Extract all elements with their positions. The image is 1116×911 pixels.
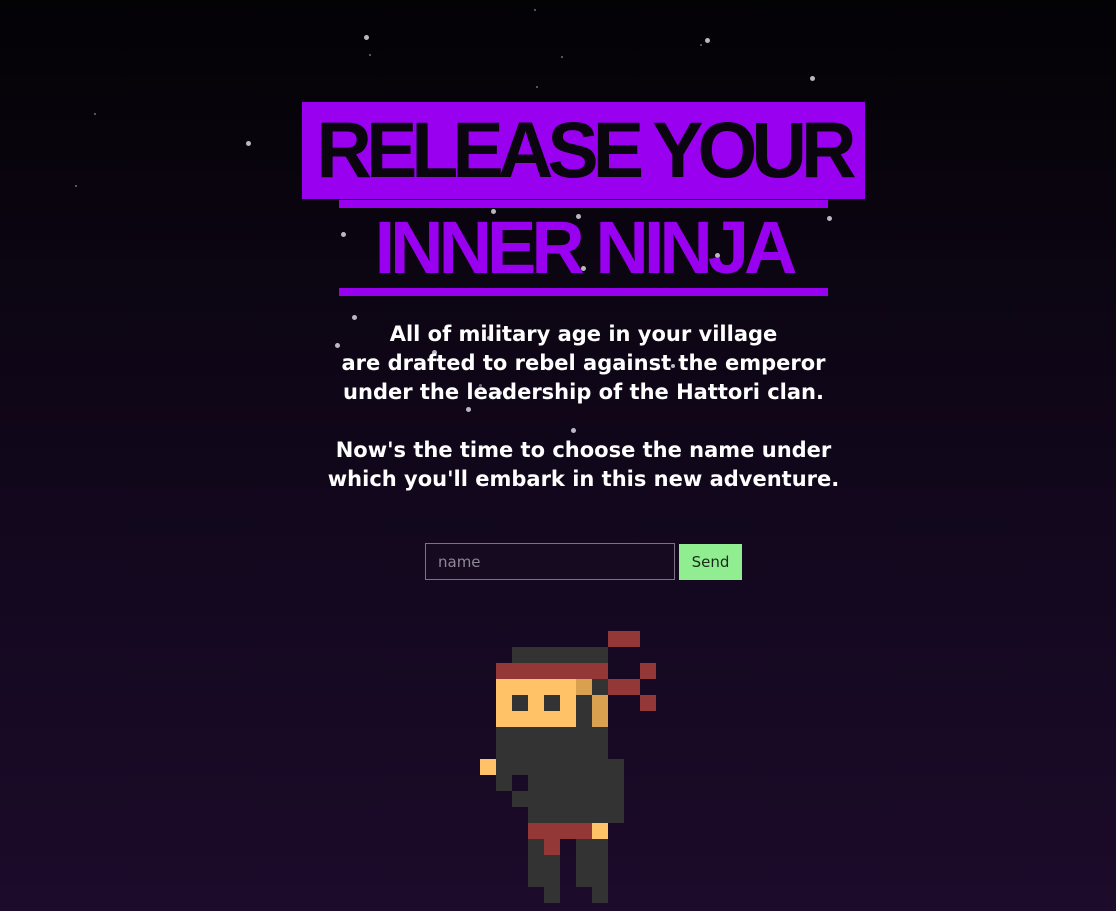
pixel-ninja-icon	[480, 631, 656, 903]
star	[363, 34, 369, 40]
star	[75, 185, 77, 187]
star	[351, 314, 357, 320]
intro-line: under the leadership of the Hattori clan…	[343, 380, 824, 404]
star	[94, 113, 96, 115]
star	[465, 406, 471, 412]
intro-line: which you'll embark in this new adventur…	[327, 467, 840, 491]
intro-line: Now's the time to choose the name under	[335, 438, 832, 462]
star	[809, 75, 815, 81]
intro-paragraph-1: All of military age in your village are …	[300, 320, 867, 407]
name-input[interactable]	[425, 543, 675, 580]
name-form: Send	[425, 543, 742, 580]
intro-line: All of military age in your village	[389, 322, 778, 346]
title-line-2-text: INNER NINJA	[374, 206, 798, 289]
star	[570, 427, 576, 433]
star	[536, 86, 538, 88]
star	[561, 56, 563, 58]
title-line-2: INNER NINJA	[339, 200, 828, 296]
star	[534, 9, 536, 11]
title-line-1: RELEASE YOUR	[302, 102, 865, 199]
send-button[interactable]: Send	[679, 544, 742, 580]
title-line-1-text: RELEASE YOUR	[316, 105, 856, 195]
intro-line: are drafted to rebel against the emperor	[341, 351, 826, 375]
intro-paragraph-2: Now's the time to choose the name under …	[300, 436, 867, 494]
star	[245, 140, 251, 146]
star	[700, 44, 702, 46]
star	[704, 37, 710, 43]
star	[369, 54, 371, 56]
